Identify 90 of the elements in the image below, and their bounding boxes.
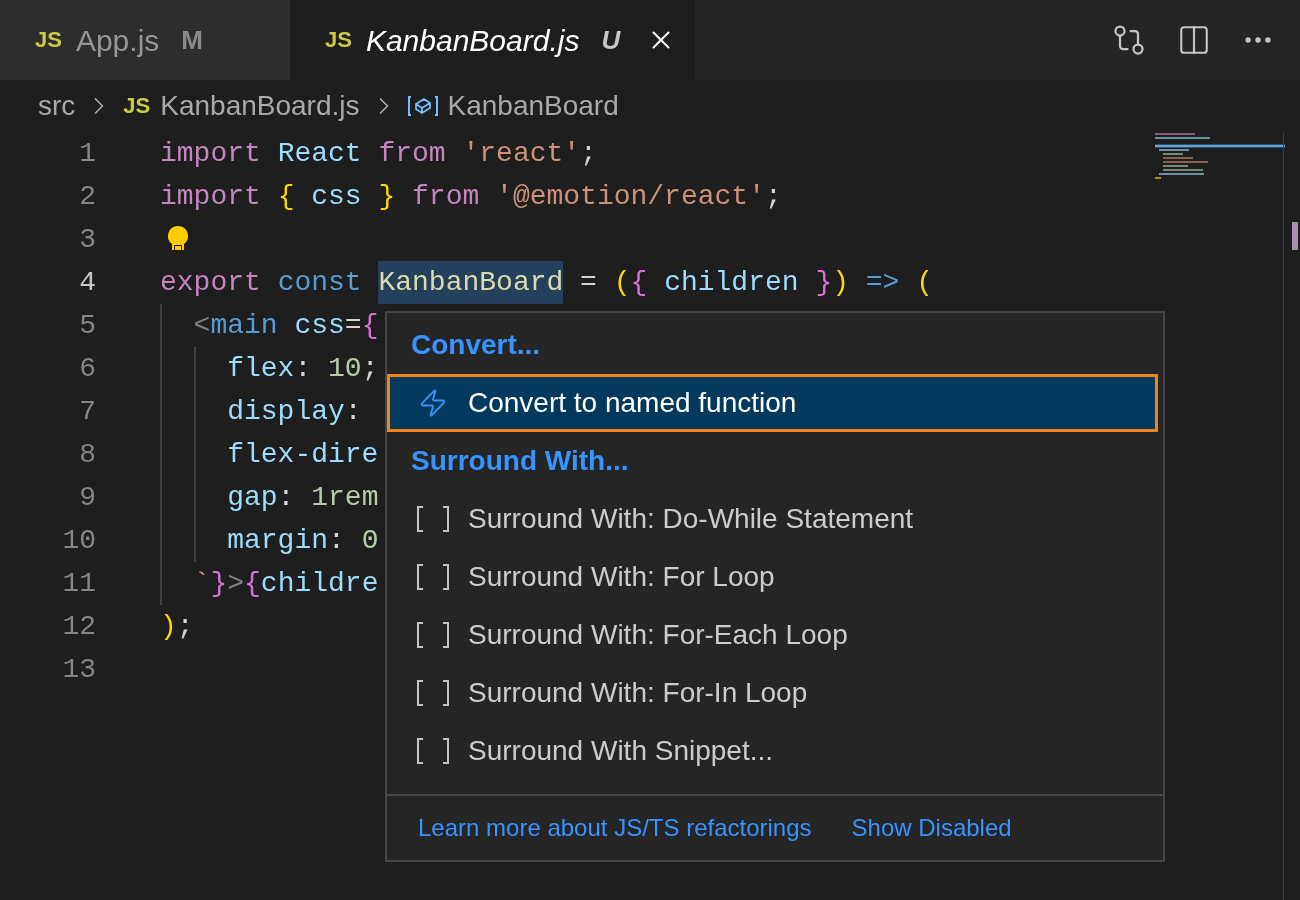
symbol-icon — [407, 94, 438, 118]
code-token: < — [193, 308, 211, 343]
line-number: 7 — [78, 394, 96, 429]
code-token: > — [227, 566, 245, 601]
action-item[interactable]: Convert to named function — [387, 374, 1158, 432]
code-token: css — [310, 179, 362, 214]
lightning-icon — [418, 388, 448, 418]
action-item[interactable]: Surround With: For-In Loop — [387, 664, 1158, 722]
code-token: from — [377, 136, 446, 171]
code-token: = — [579, 265, 598, 300]
code-token: { — [276, 179, 295, 214]
minimap-drawing[interactable] — [1155, 132, 1285, 182]
code-token: ) — [832, 265, 849, 300]
line-number: 11 — [61, 566, 96, 601]
code-token: : — [328, 523, 346, 558]
code-token: } — [377, 179, 396, 214]
action-item[interactable]: Surround With: For Loop — [387, 548, 1158, 606]
code-token: children — [663, 265, 799, 300]
footer-link[interactable]: Show Disabled — [851, 810, 1012, 846]
split-editor-icon[interactable] — [1177, 23, 1211, 57]
code-token: ; — [580, 136, 597, 171]
code-token: from — [411, 179, 480, 214]
code-token: : — [277, 480, 296, 515]
code-token: => — [864, 265, 900, 300]
code-token: import — [160, 179, 261, 214]
breadcrumb-item[interactable]: KanbanBoard.js — [160, 85, 360, 127]
code-token: } — [210, 566, 228, 601]
footer-link[interactable]: Learn more about JS/TS refactorings — [418, 810, 812, 846]
compare-changes-icon[interactable] — [1111, 22, 1147, 58]
code-token: = — [344, 308, 362, 343]
code-token: 1rem — [311, 480, 379, 515]
overview-ruler-mark — [1292, 222, 1298, 250]
action-item[interactable]: Surround With: For-Each Loop — [387, 606, 1158, 664]
code-token: : — [344, 394, 362, 429]
code-token: 10 — [328, 351, 362, 386]
code-token: 'react' — [461, 136, 581, 171]
code-token: ; — [361, 351, 379, 386]
action-item[interactable]: Surround With: Do-While Statement — [387, 490, 1158, 548]
code-token: const — [276, 265, 363, 300]
editor-tab[interactable]: JS KanbanBoard.js U — [290, 0, 695, 80]
code-token: KanbanBoard — [378, 261, 564, 304]
code-token: { — [630, 265, 648, 300]
editor-tab[interactable]: JS App.js M — [0, 0, 290, 80]
code-token: ( — [613, 265, 631, 300]
group-header: Surround With... — [411, 444, 629, 478]
breadcrumb-item[interactable]: src — [38, 85, 76, 127]
tab-status: U — [601, 23, 621, 57]
breadcrumb-item[interactable]: KanbanBoard — [447, 85, 619, 127]
tab-label: KanbanBoard.js — [365, 22, 580, 59]
action-item[interactable]: Surround With Snippet... — [387, 722, 1158, 780]
line-number: 5 — [78, 308, 96, 343]
code-token: ` — [193, 566, 211, 601]
line-number: 2 — [78, 179, 96, 214]
tab-label: App.js — [75, 22, 160, 59]
code-token: { — [244, 566, 261, 601]
line-number: 9 — [78, 480, 96, 515]
code-token: '@emotion/react' — [495, 179, 765, 214]
group-header: Convert... — [411, 328, 541, 362]
code-token: childre — [260, 566, 379, 601]
line-number: 1 — [78, 136, 96, 171]
scrollbar[interactable] — [1283, 132, 1300, 900]
js-file-icon: JS — [123, 95, 151, 117]
code-token: main — [210, 308, 278, 343]
code-token: flex — [227, 351, 295, 386]
code-token: export — [160, 265, 261, 300]
code-token: ; — [764, 179, 782, 214]
line-number: 10 — [61, 523, 96, 558]
code-token: 0 — [361, 523, 379, 558]
tab-status: M — [181, 23, 203, 57]
line-number: 6 — [78, 351, 96, 386]
js-file-icon: JS — [325, 29, 352, 51]
code-token: display — [227, 394, 345, 429]
line-number: 13 — [61, 652, 96, 687]
line-number: 4 — [78, 265, 96, 300]
line-number: 3 — [78, 222, 96, 257]
code-token: css — [293, 308, 345, 343]
code-token: margin — [227, 523, 328, 558]
code-token: ; — [176, 609, 194, 644]
code-token: React — [276, 136, 362, 171]
code-token: { — [361, 308, 379, 343]
code-token: flex-dire — [227, 437, 379, 472]
line-number: 12 — [61, 609, 96, 644]
line-number: 8 — [78, 437, 96, 472]
js-file-icon: JS — [35, 29, 62, 51]
code-token: ) — [160, 609, 177, 644]
code-token: gap — [227, 480, 278, 515]
code-token: ( — [915, 265, 934, 300]
code-token: import — [160, 136, 261, 171]
code-token: } — [814, 265, 833, 300]
code-token: : — [294, 351, 313, 386]
